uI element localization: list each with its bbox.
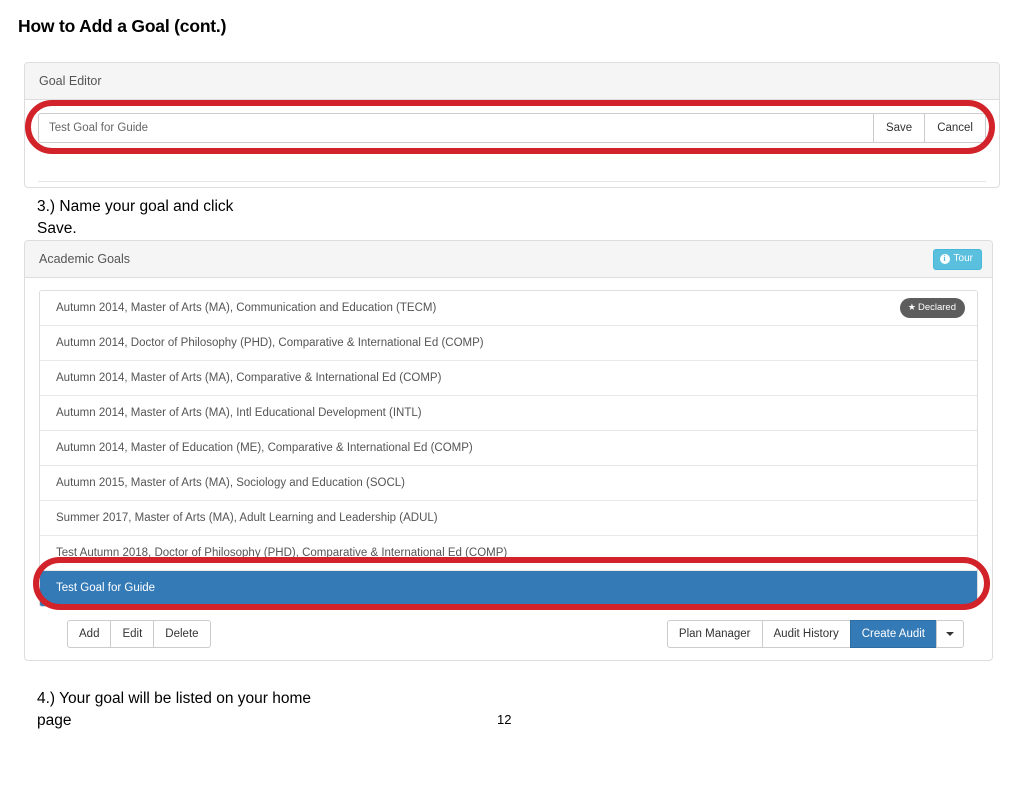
- add-button[interactable]: Add: [67, 620, 112, 648]
- create-audit-button[interactable]: Create Audit: [849, 620, 937, 648]
- delete-button[interactable]: Delete: [153, 620, 211, 648]
- goal-list-item-label: Summer 2017, Master of Arts (MA), Adult …: [56, 512, 438, 524]
- edit-button[interactable]: Edit: [110, 620, 155, 648]
- goal-list-item-label: Autumn 2014, Master of Arts (MA), Compar…: [56, 372, 442, 384]
- page-title: How to Add a Goal (cont.): [18, 16, 227, 36]
- goal-editor-body: Save Cancel: [25, 100, 999, 143]
- goal-action-button-group: Add Edit Delete: [67, 620, 211, 648]
- create-audit-dropdown-toggle[interactable]: [936, 620, 964, 648]
- academic-goals-heading: Academic Goals i Tour: [25, 241, 992, 278]
- audit-button-group: Plan Manager Audit History Create Audit: [666, 620, 964, 648]
- chevron-down-icon: [946, 631, 954, 636]
- goal-editor-title: Goal Editor: [39, 74, 102, 88]
- goal-editor-divider: [38, 181, 986, 182]
- goal-list-item-label: Test Goal for Guide: [56, 582, 156, 594]
- caption-step-3: 3.) Name your goal and click Save.: [37, 198, 234, 237]
- status-badge-declared: ★ Declared: [899, 298, 965, 318]
- page-number: 12: [497, 712, 512, 727]
- goal-list-item[interactable]: Autumn 2014, Master of Arts (MA), Intl E…: [40, 396, 977, 431]
- goal-editor-heading: Goal Editor: [25, 63, 999, 100]
- academic-goals-title: Academic Goals: [39, 252, 131, 266]
- goal-list-item-label: Autumn 2014, Master of Arts (MA), Commun…: [56, 302, 437, 314]
- goal-name-input-group: Save Cancel: [38, 113, 986, 143]
- goal-list-item[interactable]: Summer 2017, Master of Arts (MA), Adult …: [40, 501, 977, 536]
- tour-button-label: Tour: [953, 253, 973, 264]
- goal-list: Autumn 2014, Master of Arts (MA), Commun…: [39, 290, 978, 607]
- goal-list-item[interactable]: Autumn 2014, Doctor of Philosophy (PHD),…: [40, 326, 977, 361]
- goal-list-item-label: Autumn 2014, Master of Education (ME), C…: [56, 442, 473, 454]
- save-button[interactable]: Save: [872, 113, 926, 143]
- goal-name-input[interactable]: [38, 113, 873, 143]
- star-icon: ★: [907, 302, 916, 312]
- goal-list-item[interactable]: Autumn 2014, Master of Arts (MA), Compar…: [40, 361, 977, 396]
- cancel-button[interactable]: Cancel: [925, 113, 986, 143]
- tour-button[interactable]: i Tour: [932, 249, 982, 270]
- academic-goals-body: Autumn 2014, Master of Arts (MA), Commun…: [25, 278, 992, 617]
- goal-list-item[interactable]: Test Goal for Guide: [40, 571, 977, 606]
- goal-list-item-label: Test Autumn 2018, Doctor of Philosophy (…: [56, 547, 508, 559]
- goal-list-item-label: Autumn 2014, Master of Arts (MA), Intl E…: [56, 407, 422, 419]
- goal-list-item[interactable]: Autumn 2014, Master of Education (ME), C…: [40, 431, 977, 466]
- goal-list-item-label: Autumn 2014, Doctor of Philosophy (PHD),…: [56, 337, 484, 349]
- audit-history-button[interactable]: Audit History: [761, 620, 851, 648]
- goal-list-item[interactable]: Autumn 2015, Master of Arts (MA), Sociol…: [40, 466, 977, 501]
- status-badge-label: Declared: [917, 302, 956, 313]
- goal-list-item[interactable]: Autumn 2014, Master of Arts (MA), Commun…: [40, 291, 977, 326]
- info-circle-icon: i: [939, 254, 950, 264]
- caption-step-4: 4.) Your goal will be listed on your hom…: [37, 690, 311, 729]
- goal-editor-panel: Goal Editor Save Cancel: [24, 62, 1000, 188]
- goal-list-item-label: Autumn 2015, Master of Arts (MA), Sociol…: [56, 477, 405, 489]
- academic-goals-panel: Academic Goals i Tour Autumn 2014, Maste…: [24, 240, 993, 661]
- academic-goals-footer: Add Edit Delete Plan Manager Audit History C…: [39, 620, 978, 648]
- goal-list-item[interactable]: Test Autumn 2018, Doctor of Philosophy (…: [40, 536, 977, 571]
- plan-manager-button[interactable]: Plan Manager: [666, 620, 763, 648]
